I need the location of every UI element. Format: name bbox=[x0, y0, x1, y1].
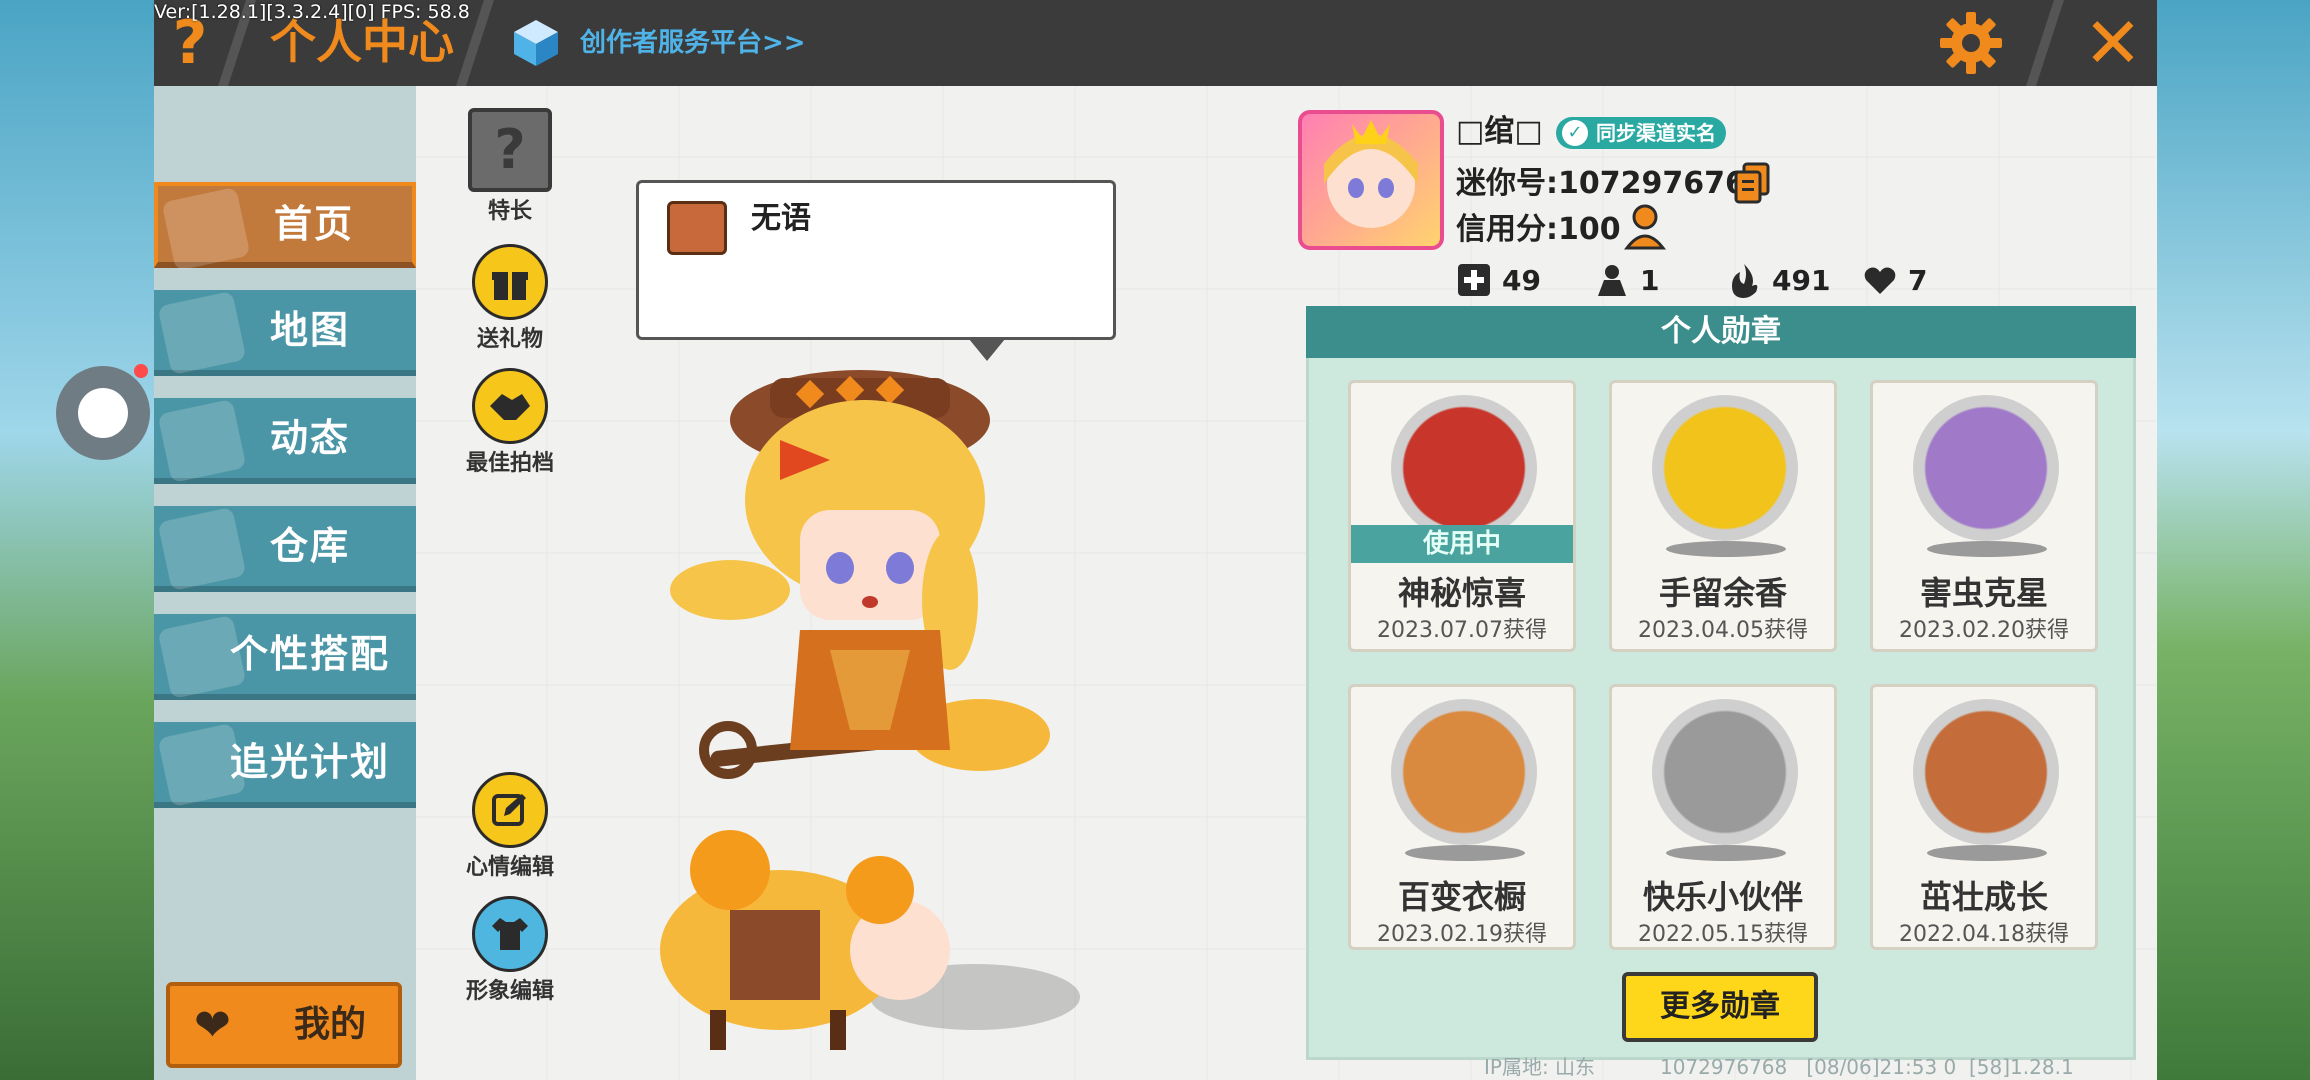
friends-count: 49 bbox=[1502, 263, 1541, 297]
mood-edit-button[interactable]: 心情编辑 bbox=[450, 772, 570, 882]
badge-name: 茁壮成长 bbox=[1919, 878, 2048, 916]
settings-gear-icon[interactable] bbox=[1938, 10, 2004, 76]
edit-icon bbox=[472, 772, 548, 848]
badge-date: 2023.02.19获得 bbox=[1377, 922, 1547, 947]
verified-user-icon: ✓ bbox=[1562, 120, 1588, 146]
add-friend-icon bbox=[1458, 264, 1490, 296]
real-name-verify-badge[interactable]: ✓ 同步渠道实名 bbox=[1556, 117, 1726, 149]
best-partner-label: 最佳拍档 bbox=[465, 451, 554, 476]
badge-name: 害虫克星 bbox=[1919, 574, 2048, 612]
flame-icon bbox=[1732, 264, 1758, 298]
profile-avatar[interactable] bbox=[1298, 110, 1444, 250]
badge-card[interactable]: 百变衣橱 2023.02.19获得 bbox=[1348, 684, 1576, 950]
copy-icon[interactable] bbox=[1734, 162, 1770, 204]
badge-date: 2023.07.07获得 bbox=[1377, 618, 1547, 643]
mini-id: 迷你号:1072976768 bbox=[1456, 166, 1767, 201]
mood-text: 无语 bbox=[751, 201, 811, 236]
wardrobe-badge-icon bbox=[1391, 699, 1537, 845]
sidebar-item-home[interactable]: 首页 bbox=[154, 182, 416, 272]
mood-edit-label: 心情编辑 bbox=[465, 855, 554, 880]
floating-assist-button[interactable] bbox=[56, 366, 150, 460]
background-scene-left bbox=[0, 0, 154, 1080]
nickname: □绾□ bbox=[1456, 114, 1543, 149]
sidebar-item-map[interactable]: 地图 bbox=[154, 290, 416, 376]
badge-card[interactable]: 茁壮成长 2022.04.18获得 bbox=[1870, 684, 2098, 950]
thriving-badge-icon bbox=[1913, 699, 2059, 845]
popularity-count: 491 bbox=[1772, 263, 1831, 297]
badge-date: 2022.05.15获得 bbox=[1638, 922, 1808, 947]
popularity-stat[interactable]: 491 bbox=[1726, 260, 1830, 300]
sidebar-item-label: 动态 bbox=[269, 416, 350, 460]
pest-buster-badge-icon bbox=[1913, 395, 2059, 541]
version-fps-overlay: Ver:[1.28.1][3.3.2.4][0] FPS: 58.8 bbox=[154, 1, 470, 23]
mine-label: 我的 bbox=[293, 1004, 366, 1045]
sidebar-item-outfit[interactable]: 个性搭配 bbox=[154, 614, 416, 700]
mood-face-icon bbox=[667, 201, 727, 255]
credit-score: 信用分:100 bbox=[1456, 212, 1621, 247]
creator-platform-link[interactable]: 创作者服务平台>> bbox=[580, 22, 806, 64]
badge-name: 手留余香 bbox=[1658, 574, 1787, 612]
badge-shadow bbox=[1927, 541, 2047, 557]
avatar-edit-label: 形象编辑 bbox=[465, 979, 554, 1004]
credit-person-icon[interactable] bbox=[1623, 204, 1667, 250]
badge-date: 2023.04.05获得 bbox=[1638, 618, 1808, 643]
sidebar-item-label: 追光计划 bbox=[229, 740, 390, 784]
badge-shadow bbox=[1666, 541, 1786, 557]
heart-icon: ❤ bbox=[194, 1000, 231, 1051]
happy-partner-badge-icon bbox=[1652, 699, 1798, 845]
badge-card[interactable]: 使用中 神秘惊喜 2023.07.07获得 bbox=[1348, 380, 1576, 652]
badge-in-use-tag: 使用中 bbox=[1351, 525, 1573, 563]
badge-card[interactable]: 快乐小伙伴 2022.05.15获得 bbox=[1609, 684, 1837, 950]
fans-stat[interactable]: 1 bbox=[1594, 260, 1659, 300]
gift-button[interactable]: 送礼物 bbox=[450, 244, 570, 354]
sidebar-item-label: 仓库 bbox=[269, 524, 350, 568]
fans-count: 1 bbox=[1640, 263, 1660, 297]
shirt-icon bbox=[472, 896, 548, 972]
notification-dot bbox=[134, 364, 148, 378]
badge-shadow bbox=[1666, 845, 1786, 861]
fragrance-badge-icon bbox=[1652, 395, 1798, 541]
handshake-icon bbox=[472, 368, 548, 444]
likes-stat[interactable]: 7 bbox=[1862, 260, 1927, 300]
likes-count: 7 bbox=[1908, 263, 1928, 297]
footer-info: 1072976768 [08/06]21:53 0 [58]1.28.1 bbox=[1660, 1055, 2074, 1079]
hearts-icon bbox=[1864, 267, 1896, 294]
specialty-label: 特长 bbox=[487, 199, 532, 224]
badge-date: 2023.02.20获得 bbox=[1899, 618, 2069, 643]
sidebar-item-warehouse[interactable]: 仓库 bbox=[154, 506, 416, 592]
close-icon[interactable]: ✕ bbox=[2080, 8, 2146, 78]
badge-date: 2022.04.18获得 bbox=[1899, 922, 2069, 947]
creator-cube-icon bbox=[512, 18, 560, 68]
badge-shadow bbox=[1927, 845, 2047, 861]
mine-button[interactable]: ❤ 我的 bbox=[166, 982, 402, 1068]
sidebar-item-chase-light[interactable]: 追光计划 bbox=[154, 722, 416, 808]
sidebar-item-label: 个性搭配 bbox=[229, 632, 390, 676]
sidebar-item-label: 地图 bbox=[269, 308, 350, 352]
best-partner-button[interactable]: 最佳拍档 bbox=[450, 368, 570, 478]
mystery-gift-badge-icon bbox=[1391, 395, 1537, 541]
badge-card[interactable]: 手留余香 2023.04.05获得 bbox=[1609, 380, 1837, 652]
gift-icon bbox=[472, 244, 548, 320]
question-box-icon: ? bbox=[468, 108, 552, 192]
avatar-edit-button[interactable]: 形象编辑 bbox=[450, 896, 570, 1006]
fans-icon bbox=[1598, 265, 1626, 296]
more-badges-button[interactable]: 更多勋章 bbox=[1622, 972, 1818, 1042]
specialty-button[interactable]: ? 特长 bbox=[450, 108, 570, 226]
player-character-illustration[interactable] bbox=[650, 350, 1150, 1070]
badge-card[interactable]: 害虫克星 2023.02.20获得 bbox=[1870, 380, 2098, 652]
gift-label: 送礼物 bbox=[476, 327, 543, 352]
badges-header: 个人勋章 bbox=[1306, 306, 2136, 358]
mood-speech-bubble: 无语 bbox=[636, 180, 1116, 361]
sidebar-item-label: 首页 bbox=[273, 202, 354, 246]
badge-name: 神秘惊喜 bbox=[1397, 574, 1526, 612]
friends-stat[interactable]: 49 bbox=[1456, 260, 1541, 300]
badge-shadow bbox=[1405, 845, 1525, 861]
floating-assist-inner bbox=[78, 388, 128, 438]
sidebar-item-feed[interactable]: 动态 bbox=[154, 398, 416, 484]
badge-name: 百变衣橱 bbox=[1397, 878, 1526, 916]
verify-badge-label: 同步渠道实名 bbox=[1596, 121, 1716, 145]
badge-name: 快乐小伙伴 bbox=[1642, 878, 1803, 916]
background-scene-right bbox=[2157, 0, 2310, 1080]
ip-location: IP属地: 山东 bbox=[1484, 1055, 1596, 1079]
